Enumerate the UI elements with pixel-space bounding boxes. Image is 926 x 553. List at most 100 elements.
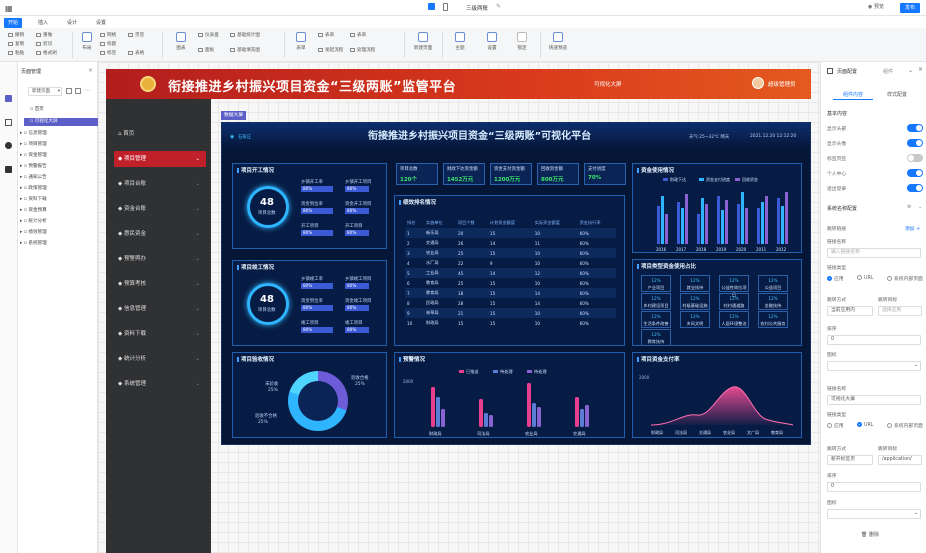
tree-icon[interactable]	[5, 119, 12, 126]
sheet-entry-button[interactable]: 表单	[318, 33, 334, 39]
nav-system[interactable]: ◆ 系统管理 ⌄	[114, 376, 206, 392]
grid-button[interactable]: 网格	[100, 33, 116, 39]
cut-button[interactable]: 剪切	[36, 42, 52, 48]
sub-tab-style[interactable]: 样式配置	[887, 91, 907, 98]
publish-button[interactable]: 发布	[900, 3, 920, 13]
nav-download[interactable]: ◆ 资料下载 ⌄	[114, 326, 206, 342]
lock-button[interactable]: 锁定	[507, 32, 537, 51]
dashboard-screen[interactable]: ◉ 石家庄 衔接推进乡村振兴项目资金“三级两账”可视化平台 天气:25~32℃ …	[221, 122, 811, 445]
table-row[interactable]: 3 农业局 25 15 10 60%	[405, 248, 616, 258]
tree-item-notice[interactable]: ▸ ▫ 通知公告	[20, 174, 47, 182]
layout-button[interactable]: 布局	[72, 32, 102, 51]
panel-button[interactable]: 面板	[198, 48, 214, 54]
tree-item-project[interactable]: ▸ ▫ 项目管理	[20, 141, 47, 149]
desktop-view-icon[interactable]	[428, 3, 435, 10]
target-2-input[interactable]: /application/	[878, 455, 922, 465]
tree-item-stats[interactable]: ▸ ▫ 统计分析	[20, 218, 47, 226]
table-row[interactable]: 9 林草局 21 15 10 60%	[405, 308, 616, 318]
chart-button[interactable]: 图表	[166, 32, 196, 51]
undo-button[interactable]: 撤销	[8, 33, 24, 39]
toggle-switch[interactable]	[907, 154, 923, 162]
tree-item-home[interactable]: ▫ 首页	[30, 106, 96, 114]
new-page-select[interactable]: 新建页面 ▾	[28, 87, 62, 96]
tree-item-visual-screen[interactable]: ▫ 可视化大屏	[24, 118, 98, 126]
nav-warning[interactable]: ◆ 预警舆办 ⌄	[114, 251, 206, 267]
toggle-switch[interactable]	[907, 139, 923, 147]
panel-toggle-icon[interactable]	[827, 68, 833, 74]
target-select[interactable]: 选择应用	[878, 306, 922, 316]
tree-item-system[interactable]: ▸ ▫ 系统管理	[20, 240, 47, 248]
nav-budget[interactable]: ◆ 预算考核 ⌄	[114, 276, 206, 292]
link-type-2-internal-radio[interactable]: 系统内部页面	[887, 422, 923, 429]
sub-tab-content[interactable]: 组件内容	[843, 91, 863, 98]
link-type-app-radio[interactable]: 应用	[827, 275, 844, 282]
link-type-2-url-radio[interactable]: URL	[857, 422, 874, 428]
copy-button[interactable]: 复制	[8, 42, 24, 48]
nav-benefit-fund[interactable]: ◆ 惠民资金 ⌄	[114, 226, 206, 242]
edit-title-icon[interactable]: ✎	[496, 3, 501, 10]
collapse-chevron-icon[interactable]: ⌄	[908, 67, 913, 74]
nav-info[interactable]: ◆ 信息管理 ⌄	[114, 301, 206, 317]
link-name-2-input[interactable]: 可视化大屏	[827, 395, 921, 405]
close-icon[interactable]: ×	[918, 66, 923, 73]
toggle-switch[interactable]	[907, 184, 923, 192]
open-mode-2-select[interactable]: 新开标签页	[827, 455, 873, 465]
open-mode-select[interactable]: 当前应用内	[827, 306, 873, 316]
nav-fund-ledger[interactable]: ◆ 资金台账 ⌄	[114, 201, 206, 217]
user-name[interactable]: 超级管理员	[768, 80, 796, 88]
link-type-internal-radio[interactable]: 系统内部页面	[887, 275, 923, 282]
toggle-switch[interactable]	[907, 124, 923, 132]
tab-insert[interactable]: 插入	[34, 18, 52, 28]
link-name-input[interactable]: 输入链接名称	[827, 248, 921, 258]
new-page-button[interactable]: 新建页面	[408, 32, 438, 51]
canvas-component-tag[interactable]: 数据大屏	[221, 111, 247, 120]
tab-settings[interactable]: 设置	[92, 18, 110, 28]
more-icon[interactable]: ⋯	[84, 87, 90, 94]
sort-2-input[interactable]: 0	[827, 482, 921, 492]
tree-item-budget[interactable]: ▸ ▫ 资金预算	[20, 207, 47, 215]
basic-fill-button[interactable]: 基础填充图	[230, 48, 260, 54]
handle-process-button[interactable]: 处理流程	[350, 48, 375, 54]
link-type-2-app-radio[interactable]: 应用	[827, 422, 844, 429]
settings-gear-icon[interactable]: ⚙	[907, 204, 911, 210]
tree-item-fund[interactable]: ▸ ▫ 资金管理	[20, 152, 47, 160]
quick-preview-button[interactable]: 快速预览	[543, 32, 573, 51]
table-row[interactable]: 1 新乐局 20 15 10 60%	[405, 228, 616, 238]
tree-item-policy[interactable]: ▸ ▫ 政策管理	[20, 185, 47, 193]
doc-title[interactable]: 三级两账	[466, 4, 488, 12]
avatar[interactable]	[752, 77, 764, 89]
sheet-edit-button[interactable]: 表单	[350, 33, 366, 39]
basic-stats-button[interactable]: 基础统计图	[230, 33, 260, 39]
icon-2-select[interactable]: ⌄	[827, 509, 921, 519]
add-folder-icon[interactable]	[75, 88, 81, 94]
sort-input[interactable]: 0	[827, 335, 921, 345]
table-row[interactable]: 5 工业局 45 14 12 60%	[405, 268, 616, 278]
mark-button[interactable]: 标签	[100, 51, 116, 57]
pages-icon[interactable]	[5, 95, 12, 102]
app-grid-icon[interactable]: ▦	[5, 4, 13, 13]
preview-button[interactable]: ◉ 预览	[868, 3, 884, 10]
redo-button[interactable]: 重做	[36, 33, 52, 39]
table-row[interactable]: 7 教育局 18 15 14 60%	[405, 288, 616, 298]
gauge-button[interactable]: 仪表盘	[198, 33, 219, 39]
settings-button[interactable]: 设置	[477, 32, 507, 51]
form-button[interactable]: 表单	[286, 32, 316, 51]
tab-component[interactable]: 组件	[883, 68, 893, 75]
delete-link-button[interactable]: 🗑 删除	[861, 531, 879, 538]
tab-component-button[interactable]: 页签	[128, 33, 144, 39]
mobile-view-icon[interactable]	[443, 3, 448, 11]
add-link-button[interactable]: 添加 +	[905, 225, 920, 232]
toggle-switch[interactable]	[907, 169, 923, 177]
add-page-icon[interactable]	[66, 88, 72, 94]
tree-item-download[interactable]: ▸ ▫ 资料下载	[20, 196, 47, 204]
nav-project-ledger[interactable]: ◆ 项目台账 ⌄	[114, 176, 206, 192]
table-row[interactable]: 10 财政局 15 15 10 60%	[405, 318, 616, 328]
paste-button[interactable]: 粘贴	[8, 51, 24, 57]
theme-button[interactable]: 主题	[445, 32, 475, 51]
nav-home[interactable]: ⌂ 首页	[114, 126, 206, 142]
table-button[interactable]: 表格	[128, 51, 144, 57]
heading-button[interactable]: 标题	[100, 42, 116, 48]
close-icon[interactable]: ×	[88, 67, 93, 74]
link-type-url-radio[interactable]: URL	[857, 275, 874, 281]
collapse-icon[interactable]: ⌄	[918, 204, 922, 210]
